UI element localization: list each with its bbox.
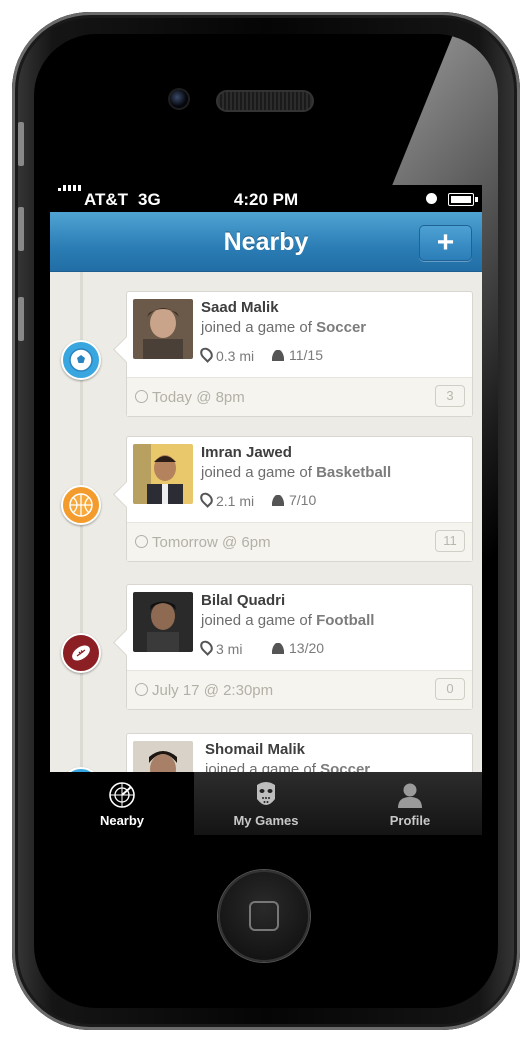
status-bar: AT&T 3G 4:20 PM	[50, 185, 482, 212]
hockey-mask-icon	[257, 782, 275, 805]
home-button[interactable]	[218, 870, 310, 962]
page-title: Nearby	[223, 228, 309, 256]
clock-icon	[135, 390, 148, 403]
tab-my-games[interactable]: My Games	[194, 772, 338, 835]
avatar[interactable]	[133, 444, 193, 504]
feed-card[interactable]: Imran Jawed joined a game of Basketball …	[126, 436, 473, 562]
soccer-ball-icon	[61, 340, 101, 380]
front-camera	[170, 90, 188, 108]
activity-text: joined a game of Soccer	[201, 319, 367, 336]
feed-item[interactable]: Shomail Malik joined a game of Soccer	[50, 733, 482, 772]
activity-feed[interactable]: Saad Malik joined a game of Soccer 0.3 m…	[50, 272, 482, 772]
feed-item[interactable]: Bilal Quadri joined a game of Football 3…	[50, 584, 482, 714]
radar-icon	[109, 782, 135, 808]
tab-label: My Games	[233, 813, 299, 828]
location-pin-icon	[197, 638, 216, 656]
feed-item[interactable]: Saad Malik joined a game of Soccer 0.3 m…	[50, 291, 482, 421]
nav-bar: Nearby +	[50, 212, 482, 272]
location-pin-icon	[197, 345, 216, 363]
person-icon	[272, 350, 284, 361]
user-name[interactable]: Saad Malik	[201, 299, 279, 316]
earpiece-speaker	[216, 90, 314, 112]
activity-text: joined a game of Basketball	[201, 464, 392, 481]
person-icon	[272, 643, 284, 654]
sport-link[interactable]: Soccer	[316, 319, 366, 336]
tab-label: Profile	[389, 813, 431, 828]
player-count: 11/15	[272, 347, 323, 363]
distance: 2.1 mi	[197, 490, 254, 509]
user-name[interactable]: Imran Jawed	[201, 444, 292, 461]
comment-count-badge[interactable]: 11	[435, 530, 465, 552]
user-name[interactable]: Bilal Quadri	[201, 592, 285, 609]
comment-count-badge[interactable]: 0	[435, 678, 465, 700]
card-footer: Tomorrow @ 6pm 11	[127, 522, 472, 561]
game-time: July 17 @ 2:30pm	[135, 682, 273, 699]
person-icon	[398, 783, 422, 808]
activity-text: joined a game of Soccer	[205, 761, 370, 772]
status-time: 4:20 PM	[233, 190, 299, 209]
volume-down-button	[18, 297, 24, 341]
feed-card[interactable]: Saad Malik joined a game of Soccer 0.3 m…	[126, 291, 473, 417]
tab-nearby[interactable]: Nearby	[50, 772, 194, 835]
clock-icon	[135, 535, 148, 548]
sport-link[interactable]: Soccer	[320, 761, 370, 772]
person-icon	[272, 495, 284, 506]
sport-link[interactable]: Football	[316, 612, 374, 629]
football-icon	[61, 633, 101, 673]
card-footer: July 17 @ 2:30pm 0	[127, 670, 472, 709]
player-count: 13/20	[272, 640, 324, 656]
game-time: Tomorrow @ 6pm	[135, 534, 271, 551]
tab-bar: Nearby My Games Profile	[50, 772, 482, 835]
comment-count-badge[interactable]: 3	[435, 385, 465, 407]
card-footer: Today @ 8pm 3	[127, 377, 472, 416]
distance: 0.3 mi	[197, 345, 254, 364]
clock-icon	[135, 683, 148, 696]
mute-switch	[18, 122, 24, 166]
avatar[interactable]	[133, 741, 193, 772]
basketball-icon	[61, 485, 101, 525]
add-game-button[interactable]: +	[419, 225, 472, 261]
location-pin-icon	[197, 490, 216, 508]
tab-profile[interactable]: Profile	[338, 772, 482, 835]
game-time: Today @ 8pm	[135, 389, 245, 406]
battery-icon	[448, 193, 478, 206]
distance: 3 mi	[197, 638, 242, 657]
avatar[interactable]	[133, 299, 193, 359]
user-name[interactable]: Shomail Malik	[205, 741, 305, 758]
alarm-clock-icon	[426, 193, 437, 204]
player-count: 7/10	[272, 492, 316, 508]
sport-link[interactable]: Basketball	[316, 464, 391, 481]
feed-card[interactable]: Shomail Malik joined a game of Soccer	[126, 733, 473, 772]
volume-up-button	[18, 207, 24, 251]
app-screen: AT&T 3G 4:20 PM Nearby + Saad Malik join…	[50, 185, 482, 835]
tab-label: Nearby	[99, 813, 145, 828]
feed-card[interactable]: Bilal Quadri joined a game of Football 3…	[126, 584, 473, 710]
avatar[interactable]	[133, 592, 193, 652]
activity-text: joined a game of Football	[201, 612, 375, 629]
feed-item[interactable]: Imran Jawed joined a game of Basketball …	[50, 436, 482, 566]
